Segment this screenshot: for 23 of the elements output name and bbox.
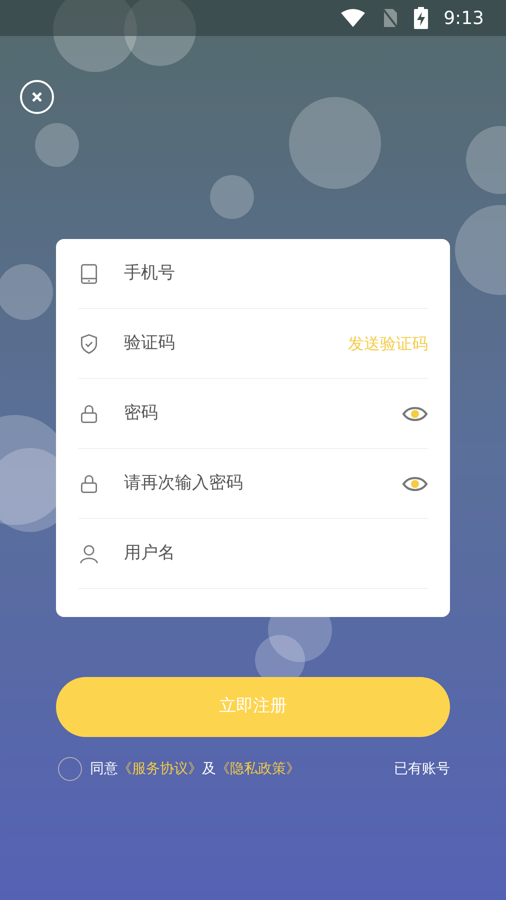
phone-icon xyxy=(78,262,100,284)
close-icon xyxy=(31,91,43,103)
close-button[interactable] xyxy=(20,80,54,114)
lock-icon xyxy=(78,402,100,424)
lock-icon xyxy=(78,472,100,494)
battery-charging-icon xyxy=(414,7,428,29)
wifi-icon xyxy=(340,8,366,28)
eye-icon[interactable] xyxy=(402,404,428,422)
user-icon xyxy=(78,542,100,564)
clock-time: 9:13 xyxy=(444,6,484,30)
input-field[interactable]: 请再次输入密码 xyxy=(124,470,378,496)
login-link[interactable]: 已有账号 xyxy=(394,758,450,780)
input-field[interactable]: 密码 xyxy=(124,400,378,426)
agreement-text: 同意《服务协议》及《隐私政策》 xyxy=(90,760,300,778)
input-field[interactable]: 手机号 xyxy=(124,260,428,286)
service-agreement-link[interactable]: 《服务协议》 xyxy=(118,760,202,776)
shield-check-icon xyxy=(78,332,100,354)
agree-checkbox[interactable] xyxy=(58,757,82,781)
eye-icon[interactable] xyxy=(402,474,428,492)
privacy-policy-link[interactable]: 《隐私政策》 xyxy=(216,760,300,776)
input-field[interactable]: 用户名 xyxy=(124,540,428,566)
no-sim-icon xyxy=(382,8,398,28)
input-field[interactable]: 验证码 xyxy=(124,330,324,356)
